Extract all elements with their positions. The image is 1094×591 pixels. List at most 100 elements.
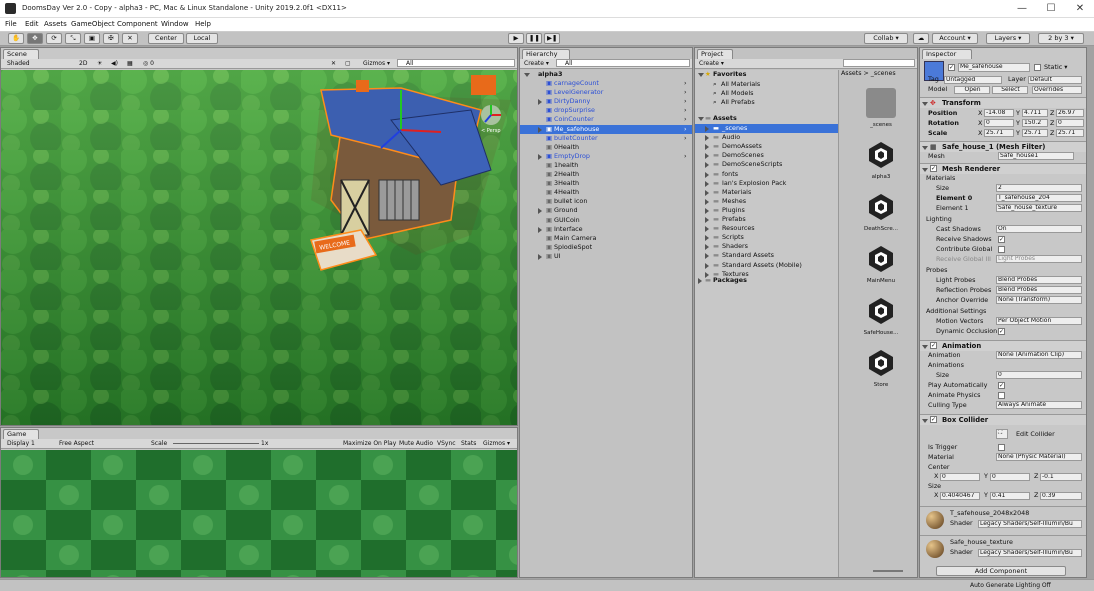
pivot-local-button[interactable]: Local: [186, 33, 218, 44]
scene-viewport[interactable]: WELCOME < Persp: [1, 70, 517, 426]
tab-project[interactable]: Project: [697, 49, 733, 59]
expand-arrow-icon[interactable]: [538, 226, 542, 233]
collapse-arrow-icon[interactable]: [698, 73, 704, 77]
rotation-z-field[interactable]: 0: [1056, 119, 1084, 127]
step-button[interactable]: ▶❚: [544, 33, 560, 44]
mesh-filter-header[interactable]: ▦ Safe_house_1 (Mesh Filter): [920, 141, 1086, 152]
anchor-override-field[interactable]: None (Transform): [996, 296, 1082, 304]
project-folder[interactable]: ▬ DemoScenes: [695, 151, 838, 160]
transform-header[interactable]: ✥ Transform: [920, 97, 1086, 108]
vsync-toggle[interactable]: VSync: [437, 440, 456, 447]
project-folder[interactable]: ▬ Scripts: [695, 233, 838, 242]
model-select-button[interactable]: Select: [992, 86, 1028, 94]
element1-field[interactable]: Safe_house_texture: [996, 204, 1082, 212]
hierarchy-search-input[interactable]: All: [556, 59, 690, 67]
box-collider-header[interactable]: ✓ Box Collider: [920, 414, 1086, 425]
model-open-button[interactable]: Open: [954, 86, 990, 94]
center-z-field[interactable]: -0.1: [1040, 473, 1082, 481]
scene-root[interactable]: alpha3: [520, 70, 692, 79]
collapse-arrow-icon[interactable]: [922, 419, 928, 423]
expand-arrow-icon[interactable]: [538, 126, 542, 133]
project-folder[interactable]: ▬ Materials: [695, 188, 838, 197]
size-x-field[interactable]: 0.4040467: [940, 492, 980, 500]
hierarchy-item[interactable]: ▣ UI: [520, 252, 692, 261]
close-button[interactable]: ✕: [1066, 2, 1094, 16]
game-gizmos-dropdown[interactable]: Gizmos ▾: [483, 440, 510, 447]
menu-component[interactable]: Component: [117, 20, 158, 28]
play-button[interactable]: ▶: [508, 33, 524, 44]
project-folder[interactable]: ▬ Audio: [695, 133, 838, 142]
expand-arrow-icon[interactable]: [705, 189, 709, 196]
audio-icon[interactable]: ◀): [111, 60, 118, 67]
material-block[interactable]: T_safehouse_2048x2048 Shader Legacy Shad…: [920, 506, 1086, 534]
project-folder[interactable]: ▬ Plugins: [695, 206, 838, 215]
project-folder[interactable]: ▬ Ian's Explosion Pack: [695, 179, 838, 188]
pivot-center-button[interactable]: Center: [148, 33, 184, 44]
position-y-field[interactable]: 4.711: [1022, 109, 1048, 117]
rotation-x-field[interactable]: 0: [984, 119, 1014, 127]
scale-z-field[interactable]: 25.71: [1056, 129, 1084, 137]
maximize-on-play-toggle[interactable]: Maximize On Play: [343, 440, 396, 447]
expand-arrow-icon[interactable]: [705, 262, 709, 269]
expand-arrow-icon[interactable]: [705, 135, 709, 142]
2d-toggle[interactable]: 2D: [79, 60, 87, 67]
menu-edit[interactable]: Edit: [25, 20, 39, 28]
hierarchy-item[interactable]: ▣ 0Health: [520, 143, 692, 152]
project-create-button[interactable]: Create ▾: [699, 60, 724, 67]
expand-arrow-icon[interactable]: [705, 171, 709, 178]
open-prefab-icon[interactable]: ›: [684, 97, 687, 106]
project-folder[interactable]: ▬ Standard Assets: [695, 251, 838, 260]
expand-arrow-icon[interactable]: [705, 180, 709, 187]
materials-foldout[interactable]: Materials: [926, 174, 955, 183]
open-prefab-icon[interactable]: ›: [684, 115, 687, 124]
tools-icon[interactable]: ✕: [331, 60, 336, 67]
minimize-button[interactable]: —: [1008, 2, 1036, 16]
expand-arrow-icon[interactable]: [538, 99, 542, 106]
display-dropdown[interactable]: Display 1: [7, 440, 35, 447]
collapse-arrow-icon[interactable]: [698, 117, 704, 121]
probes-foldout[interactable]: Probes: [926, 266, 947, 275]
expand-arrow-icon[interactable]: [705, 126, 709, 132]
receive-gi-dropdown[interactable]: Light Probes: [996, 255, 1082, 263]
layout-button[interactable]: 2 by 3 ▾: [1038, 33, 1084, 44]
open-prefab-icon[interactable]: ›: [684, 134, 687, 143]
stats-toggle[interactable]: Stats: [461, 440, 476, 447]
hierarchy-item[interactable]: ▣ 3Health: [520, 179, 692, 188]
camera-icon[interactable]: ▢: [345, 60, 351, 67]
transform-tool-icon[interactable]: ✠: [103, 33, 119, 44]
collapse-arrow-icon[interactable]: [922, 102, 928, 106]
hierarchy-item[interactable]: ▣ bulletCounter ›: [520, 134, 692, 143]
animation-clip-field[interactable]: None (Animation Clip): [996, 351, 1082, 359]
expand-arrow-icon[interactable]: [705, 207, 709, 214]
scene-asset-tile[interactable]: MainMenu: [861, 244, 901, 292]
menu-gameobject[interactable]: GameObject: [71, 20, 115, 28]
rect-tool-icon[interactable]: ▣: [84, 33, 100, 44]
expand-arrow-icon[interactable]: [538, 208, 542, 215]
aspect-dropdown[interactable]: Free Aspect: [59, 440, 94, 447]
rotation-y-field[interactable]: 150.2: [1022, 119, 1048, 127]
animations-foldout[interactable]: Animations: [928, 361, 964, 370]
account-button[interactable]: Account ▾: [932, 33, 978, 44]
mesh-renderer-header[interactable]: ✓ Mesh Renderer: [920, 163, 1086, 174]
dynamic-occlusion-checkbox[interactable]: ✓: [998, 328, 1005, 335]
menu-window[interactable]: Window: [161, 20, 189, 28]
open-prefab-icon[interactable]: ›: [684, 152, 687, 161]
static-dropdown[interactable]: Static ▾: [1044, 63, 1068, 72]
move-tool-icon[interactable]: ✥: [27, 33, 43, 44]
rotate-tool-icon[interactable]: ⟳: [46, 33, 62, 44]
hand-tool-icon[interactable]: ✋: [8, 33, 24, 44]
cast-shadows-dropdown[interactable]: On: [996, 225, 1082, 233]
maximize-button[interactable]: ☐: [1037, 2, 1065, 16]
collapse-arrow-icon[interactable]: [524, 73, 530, 77]
mesh-renderer-checkbox[interactable]: ✓: [930, 165, 937, 172]
tab-scene[interactable]: Scene: [3, 49, 39, 59]
hierarchy-item[interactable]: ▣ Ground: [520, 206, 692, 215]
size-z-field[interactable]: 0.39: [1040, 492, 1082, 500]
overrides-dropdown[interactable]: Overrides: [1032, 86, 1082, 94]
shader-dropdown[interactable]: Legacy Shaders/Self-Illumin/Bu: [978, 549, 1082, 557]
expand-arrow-icon[interactable]: [705, 226, 709, 233]
additional-settings-foldout[interactable]: Additional Settings: [926, 307, 986, 316]
project-folder[interactable]: ▬ DemoAssets: [695, 142, 838, 151]
zoom-slider[interactable]: [873, 570, 903, 572]
scene-search-input[interactable]: All: [397, 59, 515, 67]
